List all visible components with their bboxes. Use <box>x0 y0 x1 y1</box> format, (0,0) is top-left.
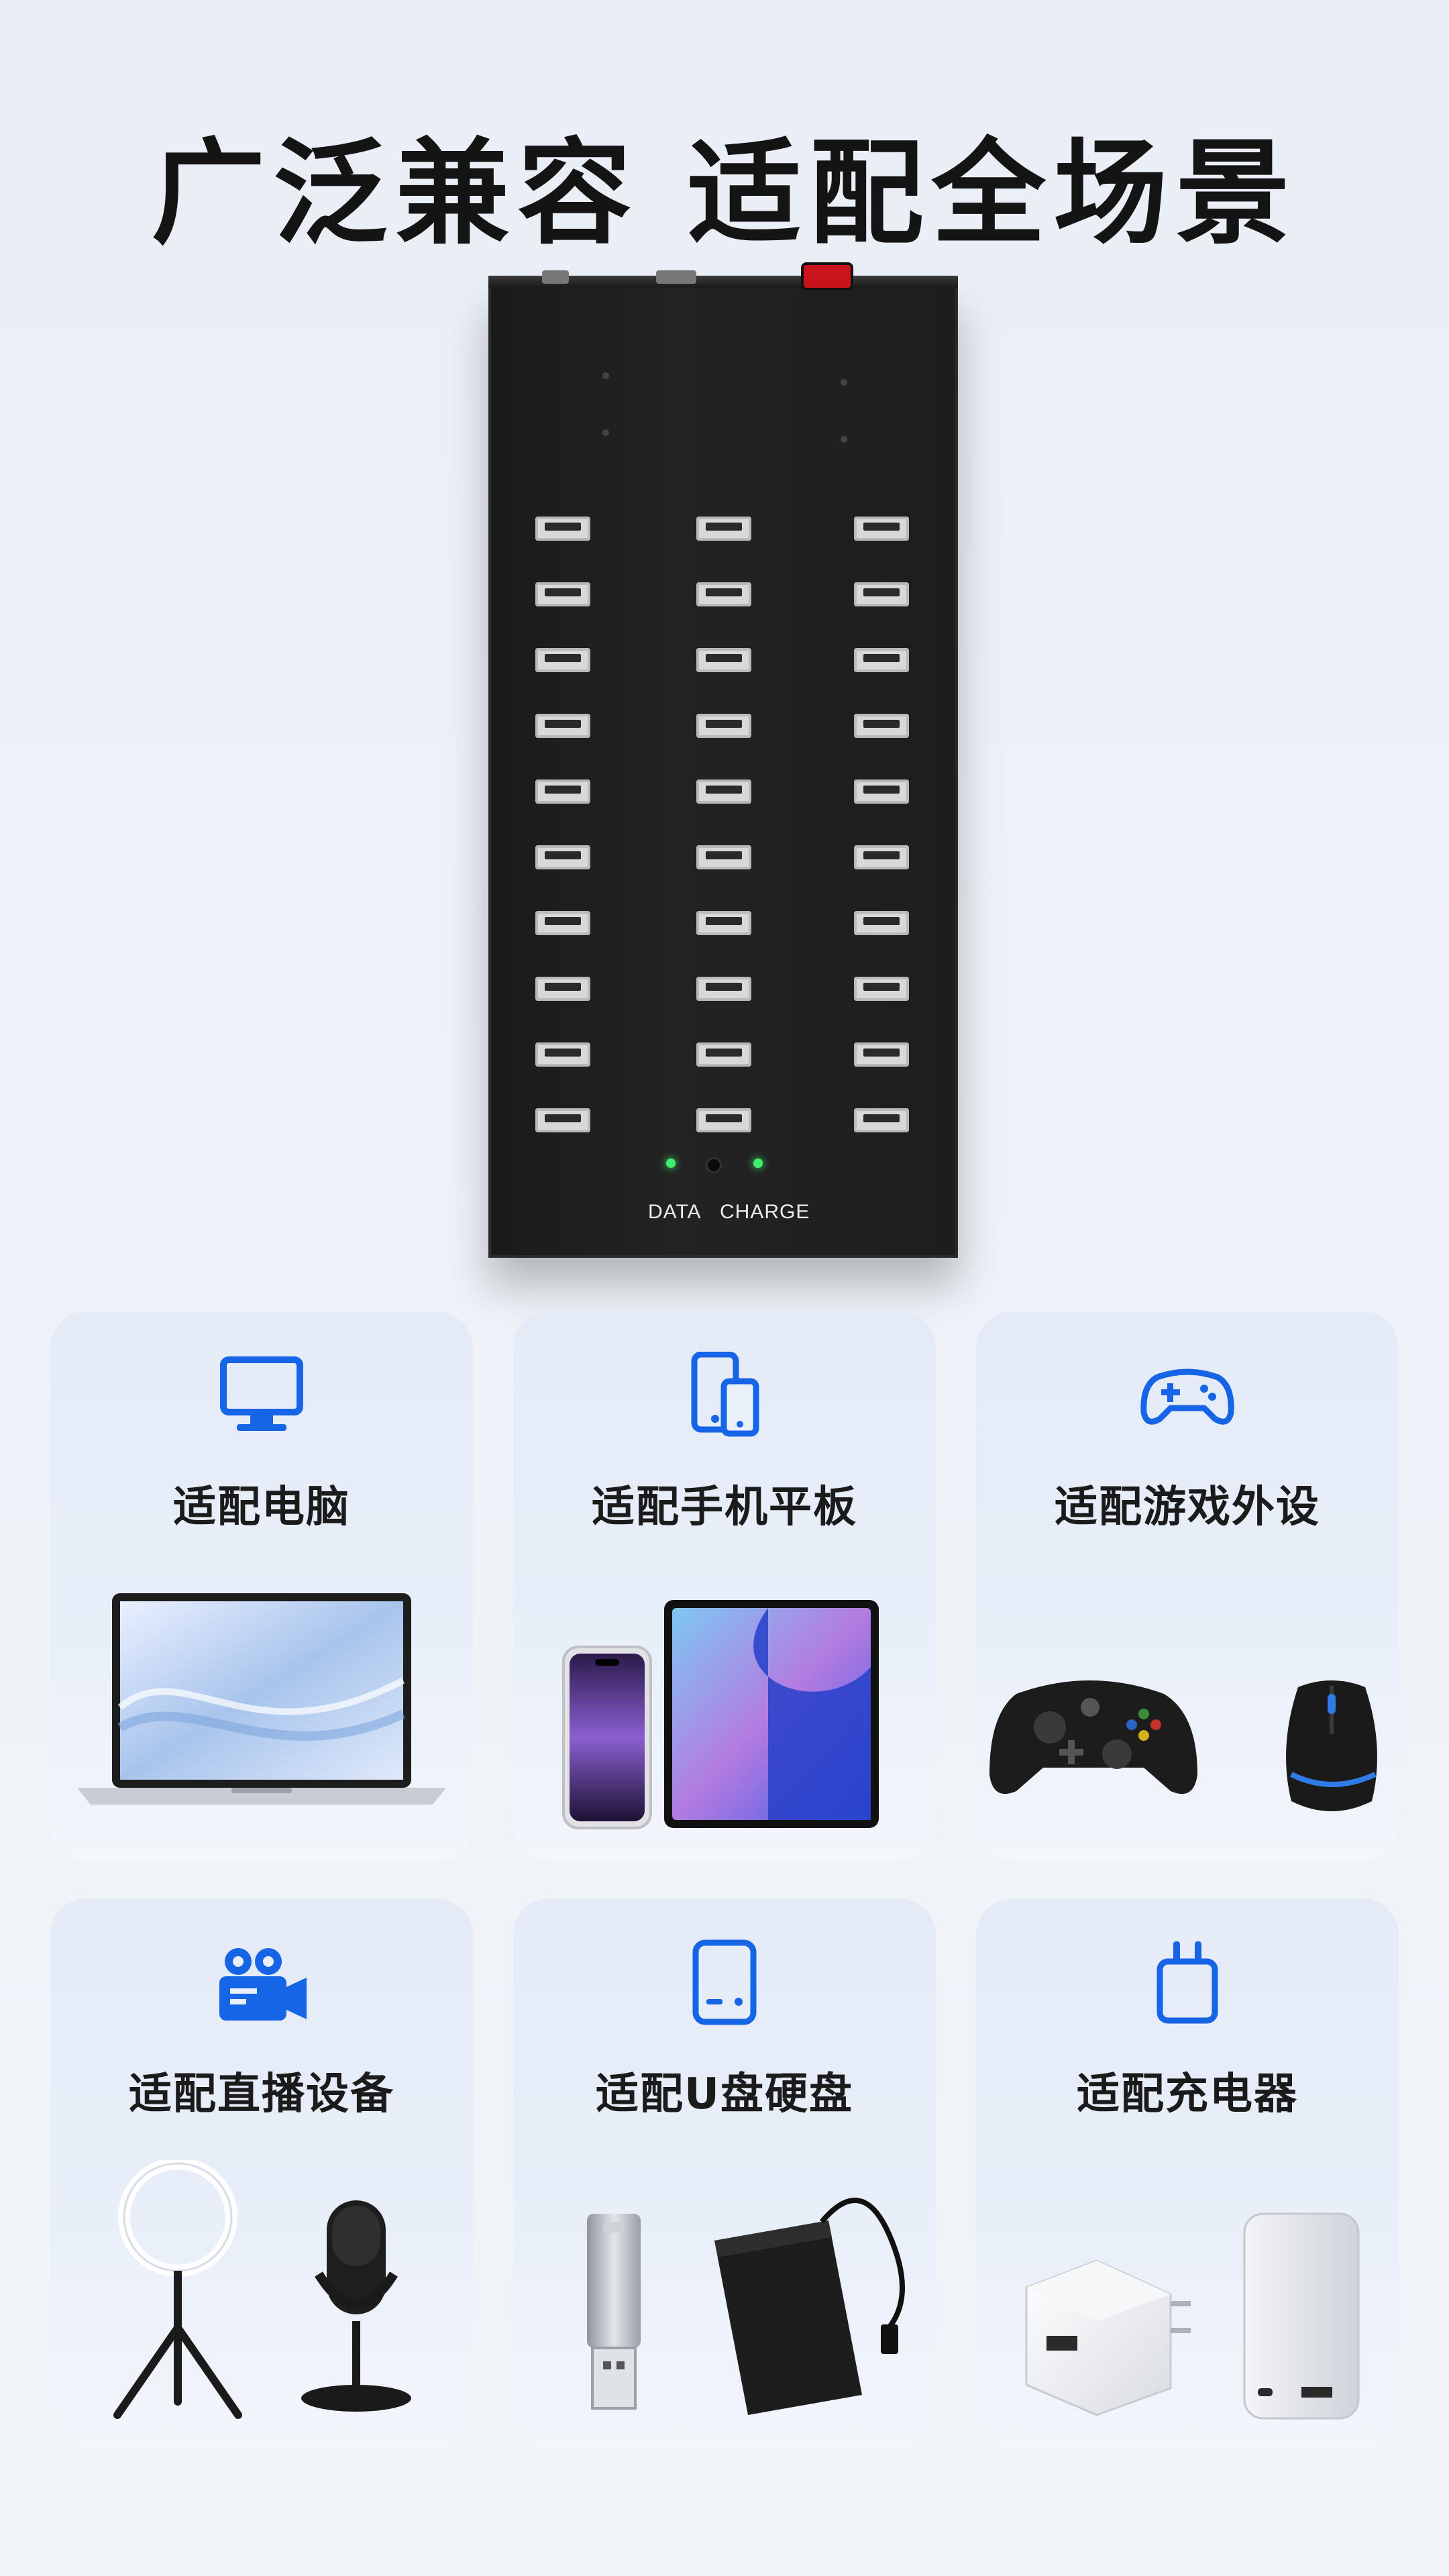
usb-port <box>535 582 590 606</box>
usb-port <box>535 517 590 541</box>
card-title: 适配手机平板 <box>592 1483 857 1532</box>
usb-port <box>854 714 909 738</box>
screw <box>841 379 847 386</box>
usb-port <box>854 1108 909 1132</box>
controller-mouse-illustration <box>976 1573 1399 1835</box>
mode-button <box>708 1159 720 1171</box>
card-title: 适配充电器 <box>1077 2070 1298 2119</box>
screw <box>841 436 847 443</box>
usb-port <box>854 845 909 869</box>
screw <box>602 429 609 436</box>
usb-port <box>854 1042 909 1067</box>
usb-hub-device: DATA CHARGE <box>488 265 958 1258</box>
dc-connector <box>542 270 569 284</box>
usb-port <box>696 648 751 672</box>
phone-tablet-illustration <box>513 1573 936 1835</box>
phone-tablet-icon <box>513 1352 936 1439</box>
data-label: DATA <box>648 1201 702 1223</box>
usb-port <box>854 911 909 935</box>
charge-label: CHARGE <box>720 1201 810 1223</box>
usb-port <box>854 977 909 1001</box>
data-led <box>666 1159 676 1168</box>
card-phone-tablet: 适配手机平板 <box>513 1311 936 1862</box>
usb-port <box>696 714 751 738</box>
usb-port <box>535 1108 590 1132</box>
usb-port <box>535 911 590 935</box>
usb-port <box>696 977 751 1001</box>
power-switch <box>804 265 851 288</box>
usb-port <box>696 517 751 541</box>
card-title: 适配直播设备 <box>129 2070 394 2119</box>
usb-port <box>696 911 751 935</box>
usb-port <box>535 845 590 869</box>
card-charger: 适配充电器 <box>976 1898 1399 2449</box>
usb-port <box>854 582 909 606</box>
gamepad-icon <box>976 1352 1399 1439</box>
dc-connector <box>656 270 696 284</box>
card-game-peripherals: 适配游戏外设 <box>976 1311 1399 1862</box>
video-camera-icon <box>50 1939 473 2026</box>
usb-port <box>696 1042 751 1067</box>
laptop-illustration <box>50 1573 473 1835</box>
hard-drive-icon <box>513 1939 936 2026</box>
page-headline: 广泛兼容 适配全场景 <box>151 127 1298 260</box>
card-title: 适配游戏外设 <box>1055 1483 1320 1532</box>
card-usb-drive: 适配U盘硬盘 <box>513 1898 936 2449</box>
usb-port <box>535 648 590 672</box>
plug-icon <box>976 1939 1399 2026</box>
usb-port <box>535 1042 590 1067</box>
usb-hdd-illustration <box>513 2160 936 2422</box>
card-live-stream: 适配直播设备 <box>50 1898 473 2449</box>
charger-powerbank-illustration <box>976 2160 1399 2422</box>
ring-light-microphone-illustration <box>50 2157 473 2422</box>
usb-port <box>535 780 590 804</box>
usb-port <box>854 780 909 804</box>
usb-port <box>535 714 590 738</box>
usb-port <box>696 780 751 804</box>
usb-port <box>696 582 751 606</box>
card-title: 适配U盘硬盘 <box>596 2070 853 2119</box>
usb-port <box>696 1108 751 1132</box>
screw <box>602 372 609 379</box>
usb-port <box>696 845 751 869</box>
usb-port <box>535 977 590 1001</box>
charge-led <box>753 1159 763 1168</box>
usb-port <box>854 648 909 672</box>
usb-port <box>854 517 909 541</box>
card-title: 适配电脑 <box>173 1483 350 1532</box>
monitor-icon <box>50 1352 473 1439</box>
card-computer: 适配电脑 <box>50 1311 473 1862</box>
